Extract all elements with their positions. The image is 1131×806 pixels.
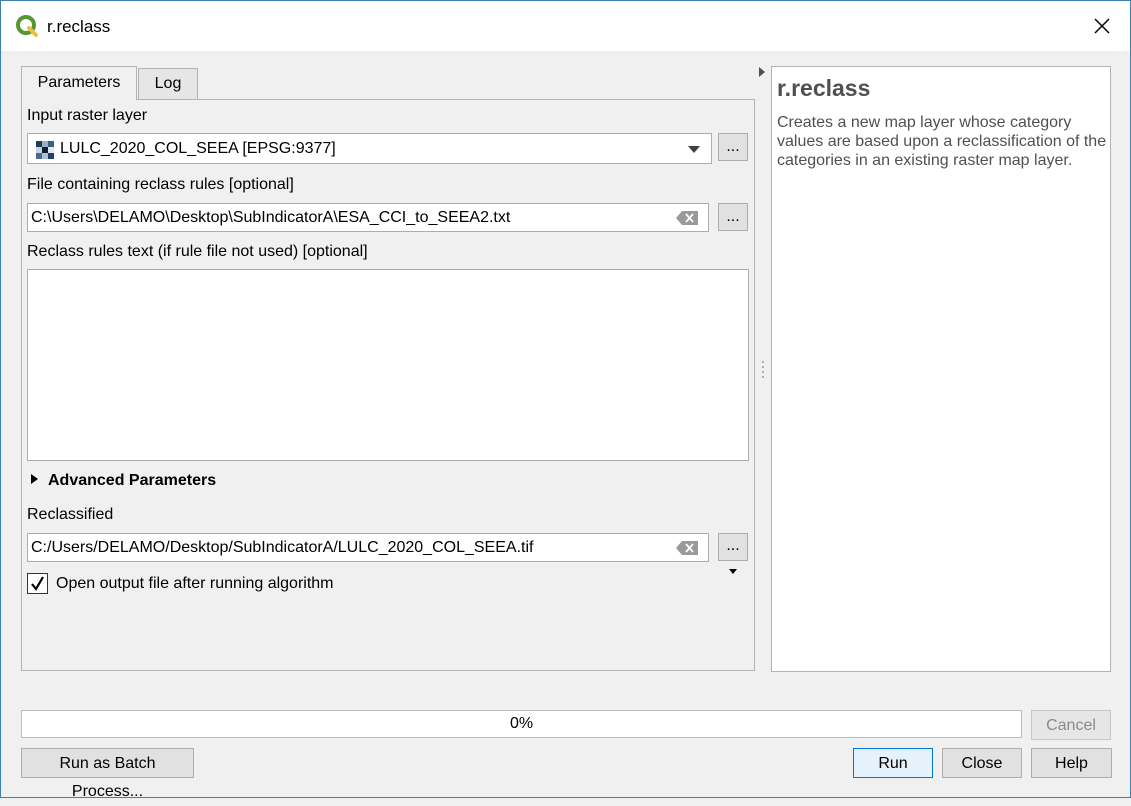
help-title: r.reclass [777,75,871,101]
cancel-button[interactable]: Cancel [1031,710,1111,740]
help-panel: r.reclass Creates a new map layer whose … [771,66,1111,672]
qgis-logo-icon [16,15,38,37]
help-description: Creates a new map layer whose category v… [777,114,1107,169]
title-bar: r.reclass [1,1,1130,51]
close-window-icon[interactable] [1089,13,1115,39]
open-output-label: Open output file after running algorithm [56,575,334,592]
help-button[interactable]: Help [1031,748,1112,778]
clear-input-icon[interactable] [676,541,698,555]
run-button[interactable]: Run [853,748,933,778]
tab-parameters-label: Parameters [37,74,121,91]
progress-bar: 0% [21,710,1022,738]
menu-arrow-icon [729,569,737,574]
reclassified-label: Reclassified [27,506,114,523]
expand-triangle-icon [31,474,38,484]
input-raster-combobox[interactable]: LULC_2020_COL_SEEA [EPSG:9377] [27,133,712,164]
rules-file-label: File containing reclass rules [optional] [27,176,294,193]
reclassified-output-input[interactable]: C:/Users/DELAMO/Desktop/SubIndicatorA/LU… [27,533,709,562]
progress-label: 0% [509,715,534,732]
advanced-parameters-toggle[interactable]: Advanced Parameters [31,472,216,490]
input-raster-value: LULC_2020_COL_SEEA [EPSG:9377] [60,140,336,157]
run-as-batch-button[interactable]: Run as Batch Process... [21,748,194,800]
reclassified-value: C:/Users/DELAMO/Desktop/SubIndicatorA/LU… [31,539,534,556]
tab-log-label: Log [154,75,182,92]
dialog-window: r.reclass Log Parameters Input raster la… [0,0,1131,800]
checkmark-icon [31,576,44,591]
reclassified-output-menu-button[interactable]: ... [718,533,748,574]
advanced-parameters-label: Advanced Parameters [48,472,217,489]
splitter-handle[interactable] [762,361,764,379]
dropdown-arrow-icon [688,146,700,153]
rules-text-area[interactable] [27,269,749,461]
input-raster-browse-button[interactable]: ... [718,133,748,161]
tab-parameters[interactable]: Parameters [21,66,137,100]
rules-text-label: Reclass rules text (if rule file not use… [27,243,368,260]
output-menu-label: ... [726,537,740,554]
collapse-help-arrow-icon[interactable] [759,67,765,77]
raster-layer-icon [36,141,54,159]
open-output-checkbox[interactable] [27,573,48,594]
rules-file-input[interactable]: C:\Users\DELAMO\Desktop\SubIndicatorA\ES… [27,203,709,232]
close-button[interactable]: Close [942,748,1022,778]
rules-file-browse-button[interactable]: ... [718,203,748,231]
clear-input-icon[interactable] [676,211,698,225]
tab-log[interactable]: Log [138,68,198,99]
input-raster-label: Input raster layer [27,107,148,124]
window-title: r.reclass [47,17,111,36]
rules-file-value: C:\Users\DELAMO\Desktop\SubIndicatorA\ES… [31,209,511,226]
